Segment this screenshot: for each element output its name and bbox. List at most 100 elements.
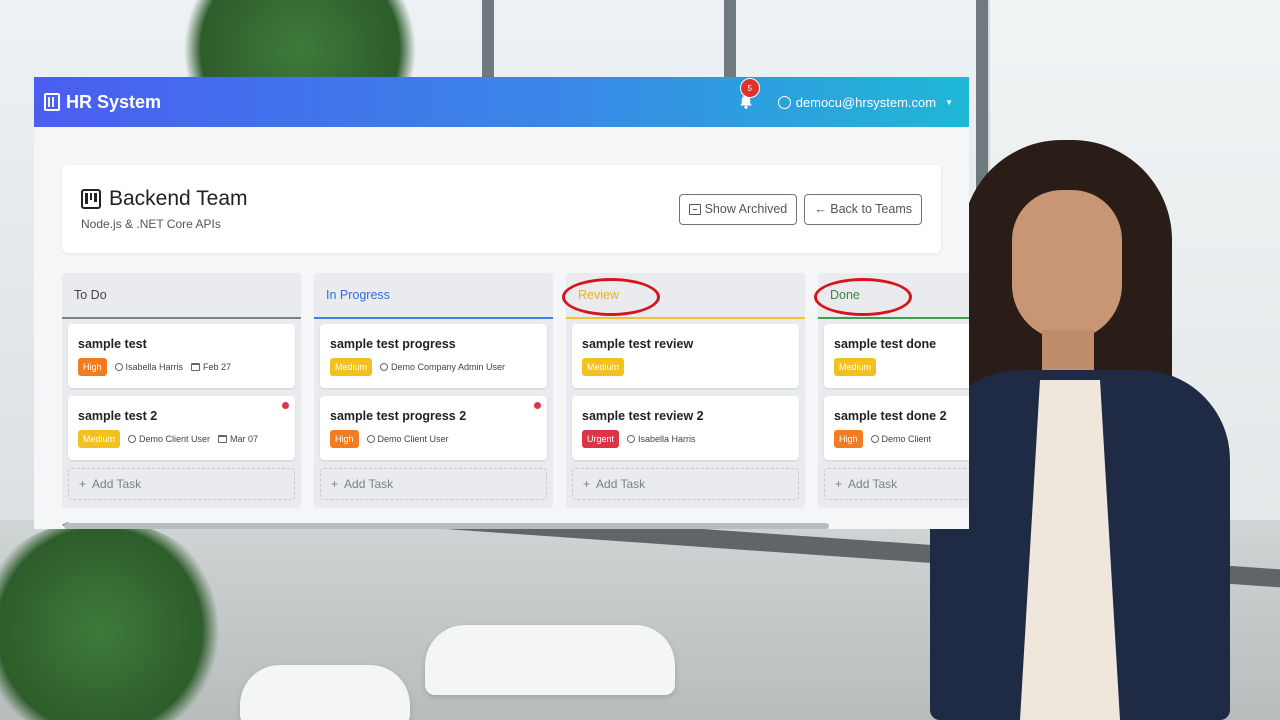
user-menu-dropdown[interactable]: democu@hrsystem.com ▼ (777, 94, 953, 110)
plus-icon: + (79, 477, 87, 491)
column-cards: sample test done Medium sample test done… (818, 319, 969, 460)
user-circle-icon (777, 95, 791, 109)
person-icon (114, 363, 123, 371)
archive-icon (688, 203, 701, 215)
task-title: sample test (78, 337, 147, 351)
assignee-name: Demo Client (881, 434, 932, 444)
person-icon (366, 435, 375, 443)
task-title: sample test review 2 (582, 409, 704, 423)
column-cards: sample test High Isabella Harris Feb 27 … (62, 319, 301, 460)
building-icon (44, 93, 60, 111)
task-meta: Medium Demo Company Admin User (330, 358, 537, 376)
add-task-label: Add Task (596, 477, 646, 491)
navbar: HR System 5 democu@hrsystem.com ▼ (34, 77, 969, 127)
navbar-right: 5 democu@hrsystem.com ▼ (738, 78, 959, 110)
team-title-block: Backend Team Node.js & .NET Core APIs (81, 187, 672, 231)
priority-badge: Medium (78, 430, 121, 448)
team-name: Backend Team (109, 187, 248, 210)
show-archived-button[interactable]: Show Archived (678, 193, 798, 225)
priority-badge: High (330, 430, 359, 448)
plus-icon: + (835, 477, 843, 491)
assignee-name: Isabella Harris (125, 362, 184, 372)
priority-badge: Medium (582, 358, 625, 376)
chair (240, 665, 410, 720)
chair (425, 625, 675, 695)
person-icon (627, 435, 636, 443)
priority-badge: Medium (834, 358, 877, 376)
presenter-face (1012, 190, 1122, 340)
column-header: Done (814, 273, 969, 319)
back-to-teams-button[interactable]: ← Back to Teams (804, 193, 922, 225)
add-task-label: Add Task (344, 477, 394, 491)
notification-count-badge: 5 (739, 78, 760, 98)
add-task-label: Add Task (848, 477, 898, 491)
due-date-text: Feb 27 (203, 362, 232, 372)
add-task-button[interactable]: + Add Task (320, 468, 547, 500)
caret-down-icon: ▼ (945, 97, 953, 107)
task-due-date: Feb 27 (191, 362, 231, 372)
assignee-name: Demo Client User (377, 434, 449, 444)
add-task-button[interactable]: + Add Task (68, 468, 295, 500)
task-meta: Urgent Isabella Harris (582, 430, 789, 448)
column-title: To Do (74, 288, 107, 302)
column-title: Done (814, 278, 912, 316)
task-meta: High Demo Client User (330, 430, 537, 448)
column-header: In Progress (314, 273, 553, 319)
task-card[interactable]: sample test review Medium (572, 324, 799, 388)
kanban-board: To Do sample test High Isabella Harris F… (62, 273, 969, 508)
task-due-date: Mar 07 (218, 434, 258, 444)
column-todo: To Do sample test High Isabella Harris F… (62, 273, 301, 508)
task-assignee: Demo Company Admin User (380, 362, 505, 372)
task-title: sample test done (834, 337, 937, 351)
priority-badge: High (78, 358, 107, 376)
task-meta: High Isabella Harris Feb 27 (78, 358, 285, 376)
calendar-icon (218, 435, 228, 443)
task-card[interactable]: sample test 2 Medium Demo Client User Ma… (68, 396, 295, 460)
task-assignee: Demo Client User (128, 434, 210, 444)
calendar-icon (191, 363, 201, 371)
column-in-progress: In Progress sample test progress Medium … (314, 273, 553, 508)
person-icon (128, 435, 137, 443)
task-title: sample test progress 2 (330, 409, 467, 423)
task-card[interactable]: sample test progress 2 High Demo Client … (320, 396, 547, 460)
board-horizontal-scrollbar[interactable] (64, 523, 829, 529)
page-title: Backend Team (81, 187, 672, 211)
column-title: Review (562, 278, 660, 316)
task-meta: Medium Demo Client User Mar 07 (78, 430, 285, 448)
assignee-name: Isabella Harris (638, 434, 696, 444)
add-task-label: Add Task (92, 477, 142, 491)
show-archived-label: Show Archived (704, 202, 788, 216)
due-date-text: Mar 07 (230, 434, 259, 444)
person-icon (870, 435, 879, 443)
main-content: Backend Team Node.js & .NET Core APIs Sh… (34, 127, 969, 508)
plus-icon: + (583, 477, 591, 491)
priority-badge: High (834, 430, 863, 448)
task-title: sample test 2 (78, 409, 158, 423)
task-card[interactable]: sample test done Medium (824, 324, 969, 388)
task-meta: Medium (834, 358, 969, 376)
notifications-button[interactable]: 5 (738, 78, 760, 110)
task-card[interactable]: sample test review 2 Urgent Isabella Har… (572, 396, 799, 460)
priority-badge: Medium (330, 358, 373, 376)
column-done: Done sample test done Medium sample test… (814, 273, 969, 508)
user-email: democu@hrsystem.com (795, 94, 937, 110)
column-review: Review sample test review Medium sample … (562, 273, 805, 508)
column-header: Review (562, 273, 805, 319)
team-header-card: Backend Team Node.js & .NET Core APIs Sh… (62, 165, 941, 253)
add-task-button[interactable]: + Add Task (824, 468, 969, 500)
task-card[interactable]: sample test done 2 High Demo Client (824, 396, 969, 460)
task-card[interactable]: sample test progress Medium Demo Company… (320, 324, 547, 388)
presenter-person (920, 140, 1250, 720)
task-assignee: Demo Client User (366, 434, 449, 444)
person-icon (380, 363, 389, 371)
task-title: sample test progress (330, 337, 456, 351)
brand-link[interactable]: HR System (44, 92, 161, 113)
add-task-button[interactable]: + Add Task (572, 468, 799, 500)
task-assignee: Isabella Harris (114, 362, 184, 372)
app-window: HR System 5 democu@hrsystem.com ▼ Backen… (34, 77, 969, 529)
task-card[interactable]: sample test High Isabella Harris Feb 27 (68, 324, 295, 388)
column-header: To Do (62, 273, 301, 319)
priority-badge: Urgent (582, 430, 620, 448)
column-cards: sample test progress Medium Demo Company… (314, 319, 553, 460)
status-dot (282, 402, 289, 409)
